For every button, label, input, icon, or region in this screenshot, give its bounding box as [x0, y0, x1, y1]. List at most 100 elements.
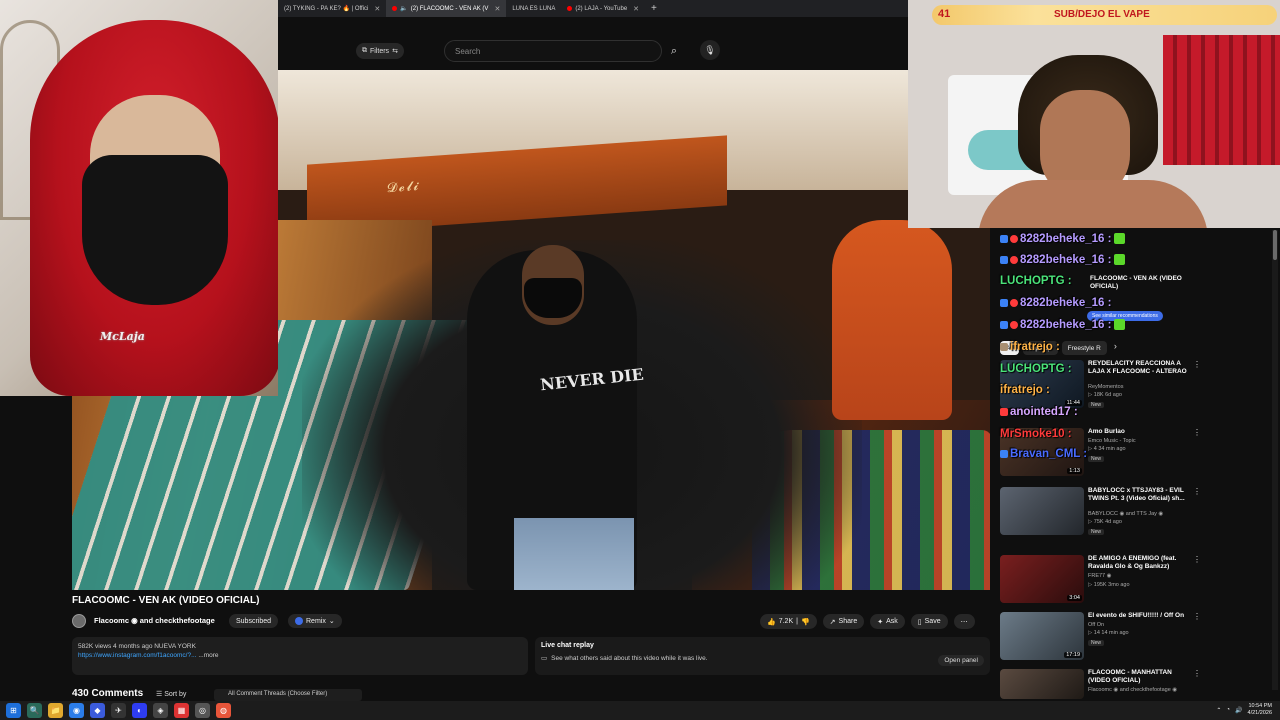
- recommendation-title[interactable]: DE AMIGO A ENEMIGO (feat. Ravalda Glo & …: [1088, 555, 1194, 571]
- scrollbar-thumb[interactable]: [1273, 230, 1277, 260]
- more-vert-icon[interactable]: ⋮: [1193, 612, 1201, 621]
- video-duration: 3:04: [1067, 595, 1082, 601]
- windows-start-icon[interactable]: ⊞: [6, 703, 21, 718]
- sort-label: Sort by: [164, 691, 187, 698]
- youtube-header: ⧉ Filters ⇆ Search ⌕ 🎙: [278, 36, 910, 66]
- browser-tab[interactable]: LUNA ES LUNA: [506, 0, 561, 17]
- like-button[interactable]: 👍 7.2K | 👎: [760, 614, 817, 629]
- remix-label: Remix: [306, 617, 326, 625]
- recommendation-item[interactable]: 3:04 DE AMIGO A ENEMIGO (feat. Ravalda G…: [1000, 555, 1205, 611]
- recommendation-channel[interactable]: BABYLOCC ◉ and TTS Jay ◉: [1088, 511, 1163, 517]
- recommendation-item[interactable]: 17:19 El evento de SHIFU!!!!! / Off On O…: [1000, 612, 1205, 668]
- recommendation-title[interactable]: FLACOOMC - MANHATTAN (VIDEO OFICIAL): [1088, 669, 1194, 685]
- video-thumbnail[interactable]: 3:04: [1000, 555, 1084, 603]
- browser-tab[interactable]: (2) TYKING - PA KE? 🔥 | Offici ✕: [278, 0, 386, 17]
- close-icon[interactable]: ✕: [494, 5, 500, 13]
- more-vert-icon[interactable]: ⋮: [1193, 555, 1201, 564]
- chain-pendant-text: McLaja: [100, 330, 145, 343]
- discord-icon[interactable]: ◐: [132, 703, 147, 718]
- search-input[interactable]: Search: [444, 40, 662, 62]
- system-tray: ⌃ ◔ 🔊 10:54 PM 4/21/2026: [1216, 703, 1272, 717]
- sub-goal-count: 41: [938, 8, 951, 20]
- chat-message: anointed17 :: [1000, 406, 1078, 418]
- obs-icon[interactable]: ◈: [153, 703, 168, 718]
- chat-username: Bravan_CML :: [1010, 448, 1088, 460]
- microphone-icon[interactable]: 🎙: [700, 40, 720, 60]
- chat-username: 8282beheke_16 :: [1020, 319, 1112, 331]
- taskbar-app-icon[interactable]: ◎: [195, 703, 210, 718]
- thumbs-down-icon[interactable]: 👎: [801, 618, 810, 626]
- comment-thread-select[interactable]: All Comment Threads (Choose Filter): [214, 689, 362, 701]
- subscribed-button[interactable]: Subscribed: [229, 614, 279, 628]
- live-chat-replay: Live chat replay ▭ See what others said …: [535, 637, 990, 675]
- video-thumbnail[interactable]: 17:19: [1000, 612, 1084, 660]
- edge-icon[interactable]: ◉: [69, 703, 84, 718]
- more-actions-button[interactable]: ⋯: [953, 614, 975, 629]
- sidebar-scrollbar[interactable]: [1272, 230, 1278, 690]
- remix-button[interactable]: Remix ⌄: [288, 614, 342, 628]
- recommendation-channel[interactable]: Flacoomc ◉ and checkthefootage ◉: [1088, 687, 1177, 693]
- video-actions: 👍 7.2K | 👎 ↗ Share ✦ Ask ▯ Save ⋯: [760, 614, 975, 629]
- more-vert-icon[interactable]: ⋮: [1193, 360, 1201, 369]
- streamer-body: [978, 180, 1208, 228]
- chat-message: LUCHOPTG :: [1000, 363, 1072, 375]
- search-icon[interactable]: ⌕: [664, 42, 684, 60]
- chat-username: anointed17 :: [1010, 406, 1078, 418]
- screen: (2) TYKING - PA KE? 🔥 | Offici ✕ 🔈 (2) F…: [0, 0, 1280, 720]
- chat-username: ifratrejo :: [1010, 341, 1060, 353]
- more-vert-icon[interactable]: ⋮: [1193, 487, 1201, 496]
- close-icon[interactable]: ✕: [633, 5, 639, 13]
- recommendation-item[interactable]: BABYLOCC x TTSJAY83 - EVIL TWINS Pt. 3 (…: [1000, 487, 1205, 543]
- taskbar-app-icon[interactable]: ✈: [111, 703, 126, 718]
- more-vert-icon[interactable]: ⋮: [1193, 428, 1201, 437]
- video-frame-mask: [524, 278, 582, 318]
- recommendation-channel[interactable]: Off On: [1088, 622, 1104, 628]
- remix-icon: [295, 617, 303, 625]
- open-panel-button[interactable]: Open panel: [938, 655, 984, 666]
- filters-icon: ⧉: [362, 47, 367, 54]
- channel-avatar[interactable]: [72, 614, 86, 628]
- description-link[interactable]: https://www.instagram.com/f1acoomc/?...: [78, 652, 197, 659]
- live-chat-subtitle: See what others said about this video wh…: [551, 654, 708, 662]
- stream-chat-overlay: 8282beheke_16 : 8282beheke_16 : LUCHOPTG…: [996, 230, 1192, 480]
- video-frame-orange-jacket: [832, 220, 952, 420]
- description-box[interactable]: 582K views 4 months ago NUEVA YORK https…: [72, 637, 528, 675]
- chat-username: 8282beheke_16 :: [1020, 254, 1112, 266]
- new-tab-button[interactable]: +: [651, 3, 657, 14]
- chrome-icon[interactable]: ◍: [216, 703, 231, 718]
- show-more-link[interactable]: ...more: [198, 652, 218, 659]
- tab-label: (2) FLACOOMC - VEN AK (V: [410, 5, 489, 12]
- chat-message: 8282beheke_16 :: [1000, 233, 1126, 245]
- more-icon: ⋯: [960, 618, 968, 626]
- video-thumbnail[interactable]: [1000, 487, 1084, 535]
- speaker-icon[interactable]: 🔈: [400, 5, 407, 12]
- chevron-up-icon[interactable]: ⌃: [1216, 707, 1221, 714]
- browser-tab[interactable]: (2) LAJA - YouTube ✕: [561, 0, 645, 17]
- filters-button[interactable]: ⧉ Filters ⇆: [356, 43, 404, 59]
- close-icon[interactable]: ✕: [374, 5, 380, 13]
- save-button[interactable]: ▯ Save: [910, 614, 948, 629]
- taskbar-app-icon[interactable]: ◆: [90, 703, 105, 718]
- sparkle-icon: ✦: [877, 618, 884, 626]
- chat-message: 8282beheke_16 :: [1000, 297, 1111, 309]
- taskbar-app-icon[interactable]: ▦: [174, 703, 189, 718]
- file-explorer-icon[interactable]: 📁: [48, 703, 63, 718]
- channel-name[interactable]: Flacoomc ◉ and checkthefootage: [94, 616, 215, 625]
- recommendation-channel[interactable]: FRE77 ◉: [1088, 573, 1111, 579]
- clock-date: 4/21/2026: [1247, 710, 1272, 716]
- clock[interactable]: 10:54 PM 4/21/2026: [1248, 703, 1272, 717]
- volume-icon[interactable]: 🔊: [1235, 707, 1242, 714]
- share-button[interactable]: ↗ Share: [822, 614, 865, 629]
- badge-icon: [1010, 255, 1018, 264]
- browser-tab-active[interactable]: 🔈 (2) FLACOOMC - VEN AK (V ✕: [386, 0, 507, 17]
- recommendation-title[interactable]: El evento de SHIFU!!!!! / Off On: [1088, 612, 1194, 620]
- recommendation-title[interactable]: BABYLOCC x TTSJAY83 - EVIL TWINS Pt. 3 (…: [1088, 487, 1194, 503]
- badge-icon: [1000, 298, 1008, 307]
- video-thumbnail[interactable]: [1000, 669, 1084, 699]
- recommendation-item[interactable]: FLACOOMC - MANHATTAN (VIDEO OFICIAL) Fla…: [1000, 669, 1205, 699]
- more-vert-icon[interactable]: ⋮: [1193, 669, 1201, 678]
- network-icon[interactable]: ◔: [1226, 707, 1230, 713]
- ask-button[interactable]: ✦ Ask: [870, 614, 905, 629]
- taskbar-app-icon[interactable]: 🔍: [27, 703, 42, 718]
- sort-by-button[interactable]: ☰ Sort by: [156, 690, 186, 698]
